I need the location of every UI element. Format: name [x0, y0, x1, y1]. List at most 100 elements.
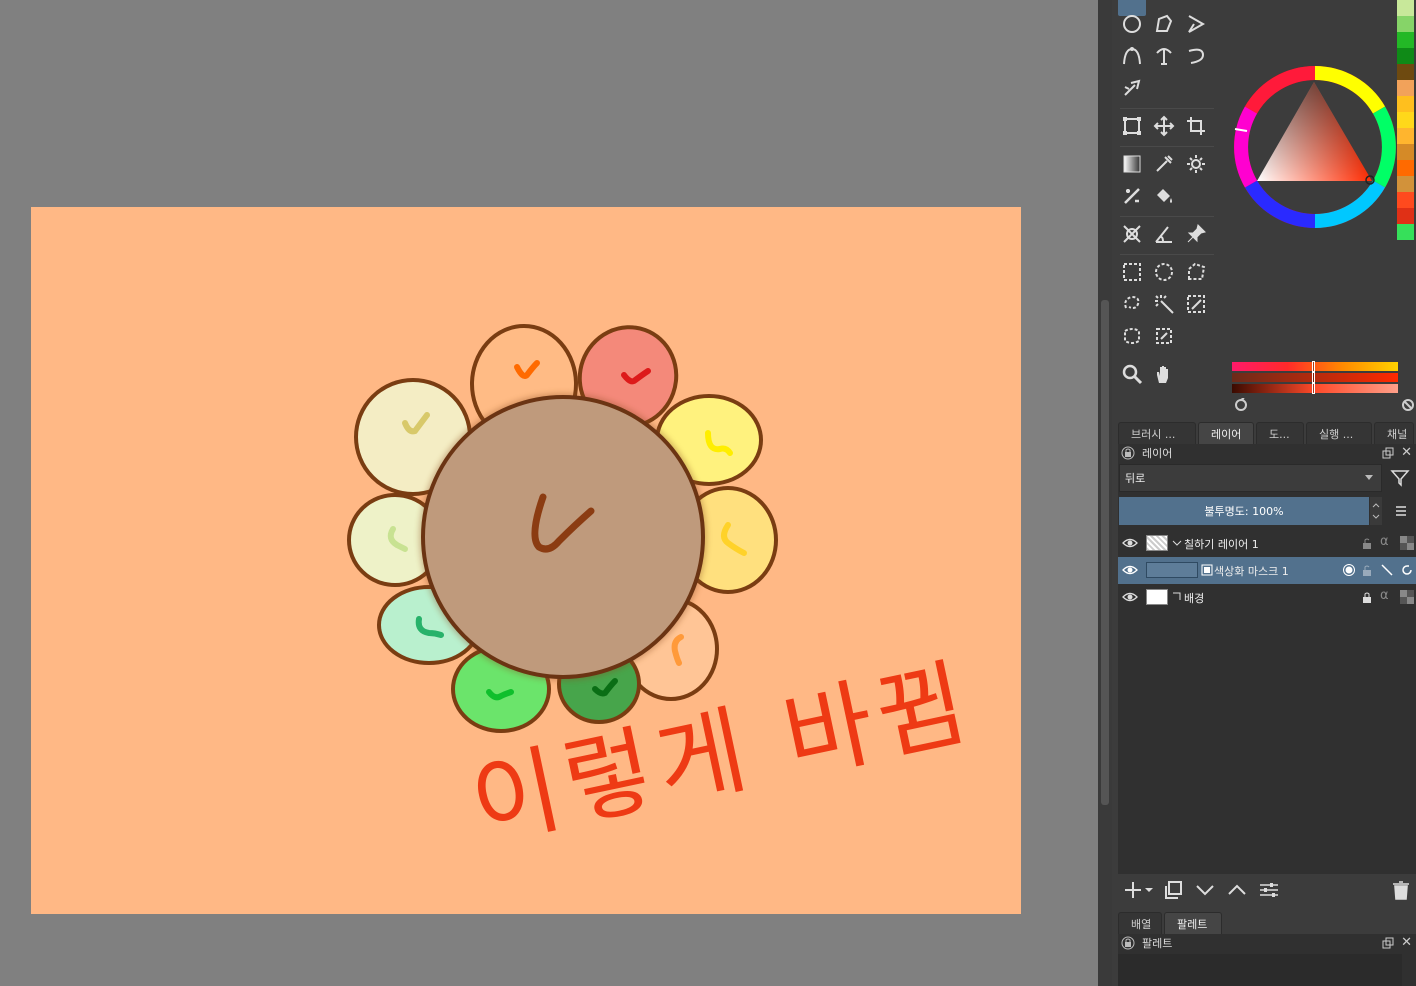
swatch[interactable]	[1397, 0, 1414, 16]
unlock-icon[interactable]	[1360, 536, 1374, 550]
color-picker-tool-icon[interactable]	[1150, 150, 1178, 178]
canvas-viewport[interactable]: 이렇게 바뀜	[0, 0, 1098, 986]
reset-colors-icon[interactable]	[1234, 397, 1248, 412]
hamburger-menu-icon[interactable]	[1394, 504, 1408, 518]
measure-tool-icon[interactable]	[1150, 220, 1178, 248]
layer-name[interactable]: 색상화 마스크 1	[1214, 563, 1289, 579]
canvas-vertical-scrollbar[interactable]	[1098, 0, 1112, 986]
fill-tool-icon[interactable]	[1150, 182, 1178, 210]
alpha-lock-icon[interactable]: α	[1380, 588, 1394, 603]
eye-icon[interactable]	[1122, 536, 1138, 550]
curve-tool-icon[interactable]	[1182, 42, 1210, 70]
saturation-slider[interactable]	[1232, 372, 1398, 383]
layer-row[interactable]: 배경 α	[1118, 584, 1416, 611]
gradient-tool-icon[interactable]	[1118, 150, 1146, 178]
move-layer-up-icon[interactable]	[1226, 879, 1248, 901]
opacity-slider[interactable]: 불투명도: 100%	[1119, 497, 1369, 525]
value-slider[interactable]	[1232, 383, 1398, 394]
swatch[interactable]	[1397, 160, 1414, 176]
alpha-lock-icon[interactable]: α	[1380, 534, 1394, 549]
color-selector-wheel[interactable]	[1230, 62, 1400, 232]
tab-brush-presets[interactable]: 브러시 ...	[1118, 422, 1196, 444]
reference-pin-tool-icon[interactable]	[1182, 220, 1210, 248]
swatch[interactable]	[1397, 208, 1414, 224]
palette-grid[interactable]	[1118, 954, 1402, 986]
drawing-canvas[interactable]: 이렇게 바뀜	[31, 207, 1021, 914]
layer-name[interactable]: 칠하기 레이어 1	[1184, 536, 1259, 552]
hue-slider[interactable]	[1232, 361, 1398, 372]
inherit-alpha-icon[interactable]	[1400, 536, 1414, 550]
polyline-tool-icon[interactable]	[1182, 10, 1210, 38]
swatch[interactable]	[1397, 128, 1414, 144]
move-layer-down-icon[interactable]	[1194, 879, 1216, 901]
swatch[interactable]	[1397, 112, 1414, 128]
swatch[interactable]	[1397, 16, 1414, 32]
duplicate-layer-icon[interactable]	[1162, 879, 1184, 901]
bezier-selection-icon[interactable]	[1118, 322, 1146, 350]
dynamic-brush-tool-icon[interactable]	[1118, 74, 1146, 102]
opacity-spinbox-arrows[interactable]	[1370, 497, 1382, 525]
colorize-mask-tool-icon[interactable]	[1118, 182, 1146, 210]
tab-layers[interactable]: 레이어	[1198, 422, 1254, 444]
polygon-tool-icon[interactable]	[1150, 10, 1178, 38]
blend-mode-select[interactable]: 뒤로	[1119, 464, 1382, 492]
swatch[interactable]	[1397, 192, 1414, 208]
expand-chevron-icon[interactable]	[1170, 536, 1184, 550]
pan-tool-icon[interactable]	[1150, 360, 1178, 388]
swatch[interactable]	[1397, 48, 1414, 64]
layer-row[interactable]: 칠하기 레이어 1 α	[1118, 530, 1416, 557]
color-sliders[interactable]	[1232, 361, 1398, 395]
rectangular-selection-icon[interactable]	[1118, 258, 1146, 286]
filter-icon[interactable]	[1390, 468, 1410, 488]
delete-layer-icon[interactable]	[1390, 879, 1412, 901]
polygonal-selection-icon[interactable]	[1182, 258, 1210, 286]
swatch[interactable]	[1397, 224, 1414, 240]
add-layer-dropdown-icon[interactable]	[1144, 879, 1154, 901]
swatch[interactable]	[1397, 96, 1414, 112]
tab-undo-history[interactable]: 실행 ...	[1306, 422, 1372, 444]
freehand-selection-icon[interactable]	[1118, 290, 1146, 318]
freehand-path-tool-icon[interactable]	[1150, 42, 1178, 70]
float-docker-icon[interactable]	[1382, 447, 1394, 459]
ellipse-tool-icon[interactable]	[1118, 10, 1146, 38]
lock-icon[interactable]	[1360, 590, 1374, 604]
docker-lock-icon[interactable]	[1121, 446, 1135, 460]
tab-tool-options[interactable]: 도...	[1256, 422, 1304, 444]
layer-name[interactable]: 배경	[1184, 590, 1204, 606]
bezier-tool-icon[interactable]	[1118, 42, 1146, 70]
move-tool-icon[interactable]	[1150, 112, 1178, 140]
float-docker-icon[interactable]	[1382, 937, 1394, 949]
unlock-icon[interactable]	[1360, 563, 1374, 577]
scrollbar-thumb[interactable]	[1101, 300, 1109, 805]
swatch[interactable]	[1397, 144, 1414, 160]
crop-tool-icon[interactable]	[1182, 112, 1210, 140]
transform-tool-icon[interactable]	[1118, 112, 1146, 140]
add-layer-icon[interactable]	[1122, 879, 1144, 901]
close-docker-icon[interactable]: ✕	[1401, 935, 1412, 950]
edit-key-strokes-icon[interactable]	[1380, 563, 1394, 577]
visibility-toggle-icon[interactable]	[1342, 563, 1356, 577]
no-color-icon[interactable]	[1401, 398, 1415, 412]
swatch[interactable]	[1397, 64, 1414, 80]
eye-icon[interactable]	[1122, 590, 1138, 604]
layer-row[interactable]: 색상화 마스크 1	[1118, 557, 1416, 584]
docker-lock-icon[interactable]	[1121, 936, 1135, 950]
swatch[interactable]	[1397, 32, 1414, 48]
zoom-tool-icon[interactable]	[1118, 360, 1146, 388]
tab-palette[interactable]: 팔레트	[1164, 912, 1222, 934]
swatch[interactable]	[1397, 80, 1414, 96]
color-history-swatches[interactable]	[1397, 0, 1416, 255]
inherit-alpha-icon[interactable]	[1400, 590, 1414, 604]
assistant-tool-icon[interactable]	[1118, 220, 1146, 248]
swatch[interactable]	[1397, 176, 1414, 192]
eye-icon[interactable]	[1122, 563, 1138, 577]
magic-wand-selection-icon[interactable]	[1150, 290, 1178, 318]
elliptical-selection-icon[interactable]	[1150, 258, 1178, 286]
tab-channels[interactable]: 채널	[1374, 422, 1414, 444]
magnetic-selection-icon[interactable]	[1150, 322, 1178, 350]
smart-patch-tool-icon[interactable]	[1182, 150, 1210, 178]
layer-properties-icon[interactable]	[1258, 879, 1280, 901]
close-docker-icon[interactable]: ✕	[1401, 445, 1412, 460]
tab-arrange[interactable]: 배열	[1118, 912, 1162, 934]
update-icon[interactable]	[1400, 563, 1414, 577]
